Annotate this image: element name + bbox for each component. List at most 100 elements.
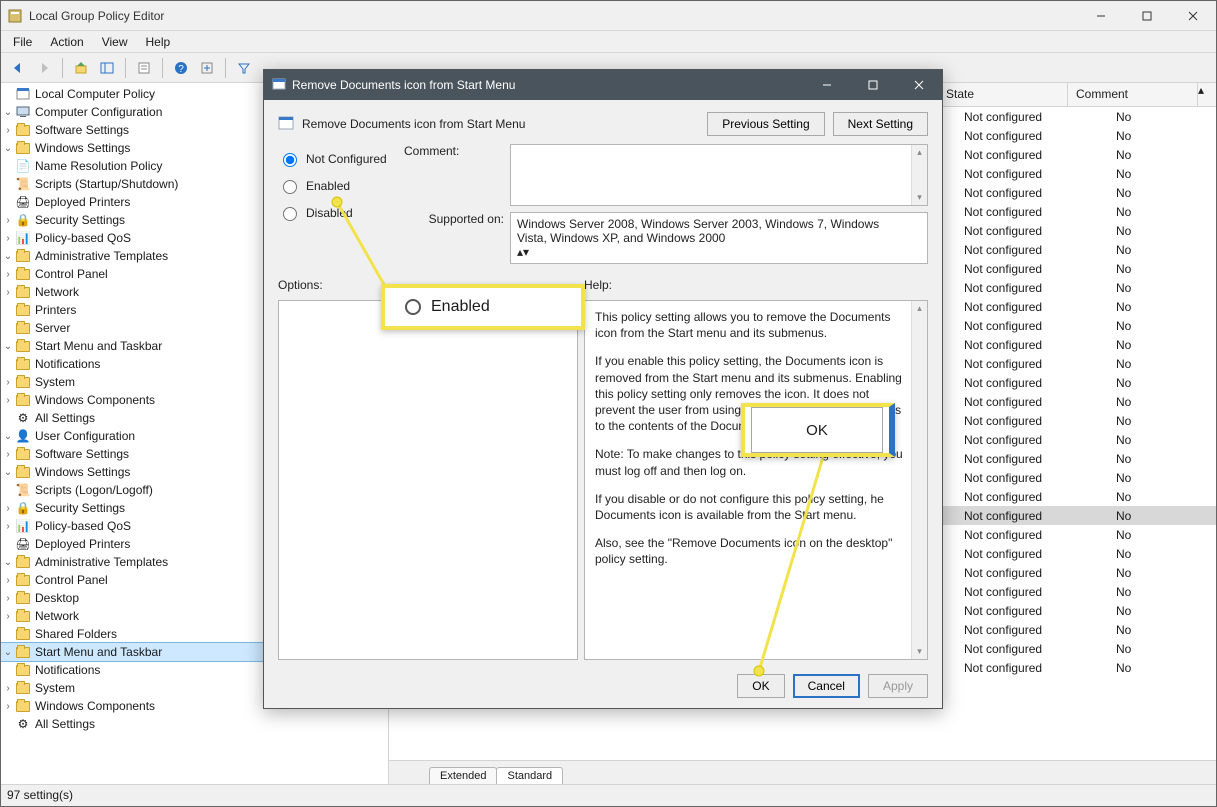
radio-di-label: Disabled [306, 206, 353, 220]
tree-notif2[interactable]: Notifications [35, 663, 100, 677]
tree-cp2[interactable]: Control Panel [35, 573, 108, 587]
previous-setting-button[interactable]: Previous Setting [707, 112, 824, 136]
tree-as[interactable]: All Settings [35, 411, 95, 425]
next-setting-button[interactable]: Next Setting [833, 112, 928, 136]
state-cell: Not configured [956, 319, 1086, 333]
tab-standard[interactable]: Standard [496, 767, 563, 784]
doc-icon: 📄 [15, 158, 31, 174]
tree-cc[interactable]: Computer Configuration [35, 105, 162, 119]
export-button[interactable] [196, 57, 218, 79]
tree-dp2[interactable]: Deployed Printers [35, 537, 130, 551]
tree-ss[interactable]: Software Settings [35, 123, 129, 137]
tree-at[interactable]: Administrative Templates [35, 249, 168, 263]
comment-cell: No [1086, 471, 1216, 485]
dialog-close[interactable] [896, 70, 942, 100]
tree-scr2[interactable]: Scripts (Logon/Logoff) [35, 483, 153, 497]
tab-extended[interactable]: Extended [429, 767, 497, 784]
comment-cell: No [1086, 186, 1216, 200]
comment-cell: No [1086, 509, 1216, 523]
tree-root[interactable]: Local Computer Policy [35, 87, 155, 101]
script-icon: 📜 [15, 176, 31, 192]
ok-button[interactable]: OK [737, 674, 784, 698]
help-button[interactable]: ? [170, 57, 192, 79]
menu-view[interactable]: View [94, 33, 136, 51]
properties-button[interactable] [133, 57, 155, 79]
radio-nc-label: Not Configured [306, 152, 387, 166]
tree-sys[interactable]: System [35, 375, 75, 389]
policy-dialog: Remove Documents icon from Start Menu Re… [263, 69, 943, 709]
back-button[interactable] [7, 57, 29, 79]
state-cell: Not configured [956, 300, 1086, 314]
menu-help[interactable]: Help [138, 33, 179, 51]
tree-notif[interactable]: Notifications [35, 357, 100, 371]
help-p1: This policy setting allows you to remove… [595, 309, 905, 341]
cancel-button[interactable]: Cancel [793, 674, 860, 698]
tree-net2[interactable]: Network [35, 609, 79, 623]
tree-sec[interactable]: Security Settings [35, 213, 125, 227]
up-button[interactable] [70, 57, 92, 79]
minimize-button[interactable] [1078, 1, 1124, 31]
tree-smt2[interactable]: Start Menu and Taskbar [35, 645, 162, 659]
tree-sys2[interactable]: System [35, 681, 75, 695]
radio-en-label: Enabled [306, 179, 350, 193]
comment-cell: No [1086, 414, 1216, 428]
col-comment[interactable]: Comment [1068, 83, 1198, 106]
tree-ss2[interactable]: Software Settings [35, 447, 129, 461]
tree-uc[interactable]: User Configuration [35, 429, 135, 443]
tree-pbq2[interactable]: Policy-based QoS [35, 519, 131, 533]
tree-at2[interactable]: Administrative Templates [35, 555, 168, 569]
col-state[interactable]: State [938, 83, 1068, 106]
comment-cell: No [1086, 661, 1216, 675]
tree-cp[interactable]: Control Panel [35, 267, 108, 281]
tree-ws[interactable]: Windows Settings [35, 141, 130, 155]
tree-wc2[interactable]: Windows Components [35, 699, 155, 713]
dialog-titlebar: Remove Documents icon from Start Menu [264, 70, 942, 100]
radio-not-configured[interactable]: Not Configured [278, 150, 398, 167]
tree-net[interactable]: Network [35, 285, 79, 299]
tree-desk[interactable]: Desktop [35, 591, 79, 605]
maximize-button[interactable] [1124, 1, 1170, 31]
tree-smt[interactable]: Start Menu and Taskbar [35, 339, 162, 353]
tree-ws2[interactable]: Windows Settings [35, 465, 130, 479]
filter-button[interactable] [233, 57, 255, 79]
comment-cell: No [1086, 376, 1216, 390]
tree-scr1[interactable]: Scripts (Startup/Shutdown) [35, 177, 178, 191]
scroll-up-icon[interactable]: ▴ [1198, 83, 1216, 106]
state-cell: Not configured [956, 395, 1086, 409]
dialog-minimize[interactable] [804, 70, 850, 100]
comment-cell: No [1086, 243, 1216, 257]
menu-action[interactable]: Action [42, 33, 91, 51]
tree-pbq[interactable]: Policy-based QoS [35, 231, 131, 245]
show-hide-tree-button[interactable] [96, 57, 118, 79]
settings-icon: ⚙ [15, 410, 31, 426]
tree-wc[interactable]: Windows Components [35, 393, 155, 407]
comment-field[interactable]: ▴▾ [510, 144, 928, 206]
apply-button[interactable]: Apply [868, 674, 928, 698]
tree-sec2[interactable]: Security Settings [35, 501, 125, 515]
comment-cell: No [1086, 623, 1216, 637]
tree-nrp[interactable]: Name Resolution Policy [35, 159, 162, 173]
state-cell: Not configured [956, 566, 1086, 580]
tree-as2[interactable]: All Settings [35, 717, 95, 731]
forward-button[interactable] [33, 57, 55, 79]
tree-dp[interactable]: Deployed Printers [35, 195, 130, 209]
comment-cell: No [1086, 281, 1216, 295]
radio-disabled[interactable]: Disabled [278, 204, 398, 221]
state-cell: Not configured [956, 357, 1086, 371]
state-cell: Not configured [956, 490, 1086, 504]
state-cell: Not configured [956, 167, 1086, 181]
tree-srv[interactable]: Server [35, 321, 70, 335]
comment-cell: No [1086, 319, 1216, 333]
menu-file[interactable]: File [5, 33, 40, 51]
state-cell: Not configured [956, 129, 1086, 143]
help-scrollbar[interactable]: ▴▾ [911, 301, 927, 659]
callout-enabled-label: Enabled [431, 298, 490, 316]
comment-cell: No [1086, 566, 1216, 580]
tree-prn[interactable]: Printers [35, 303, 76, 317]
chart-icon: 📊 [15, 230, 31, 246]
comment-cell: No [1086, 433, 1216, 447]
dialog-maximize[interactable] [850, 70, 896, 100]
close-button[interactable] [1170, 1, 1216, 31]
tree-sf[interactable]: Shared Folders [35, 627, 117, 641]
radio-enabled[interactable]: Enabled [278, 177, 398, 194]
